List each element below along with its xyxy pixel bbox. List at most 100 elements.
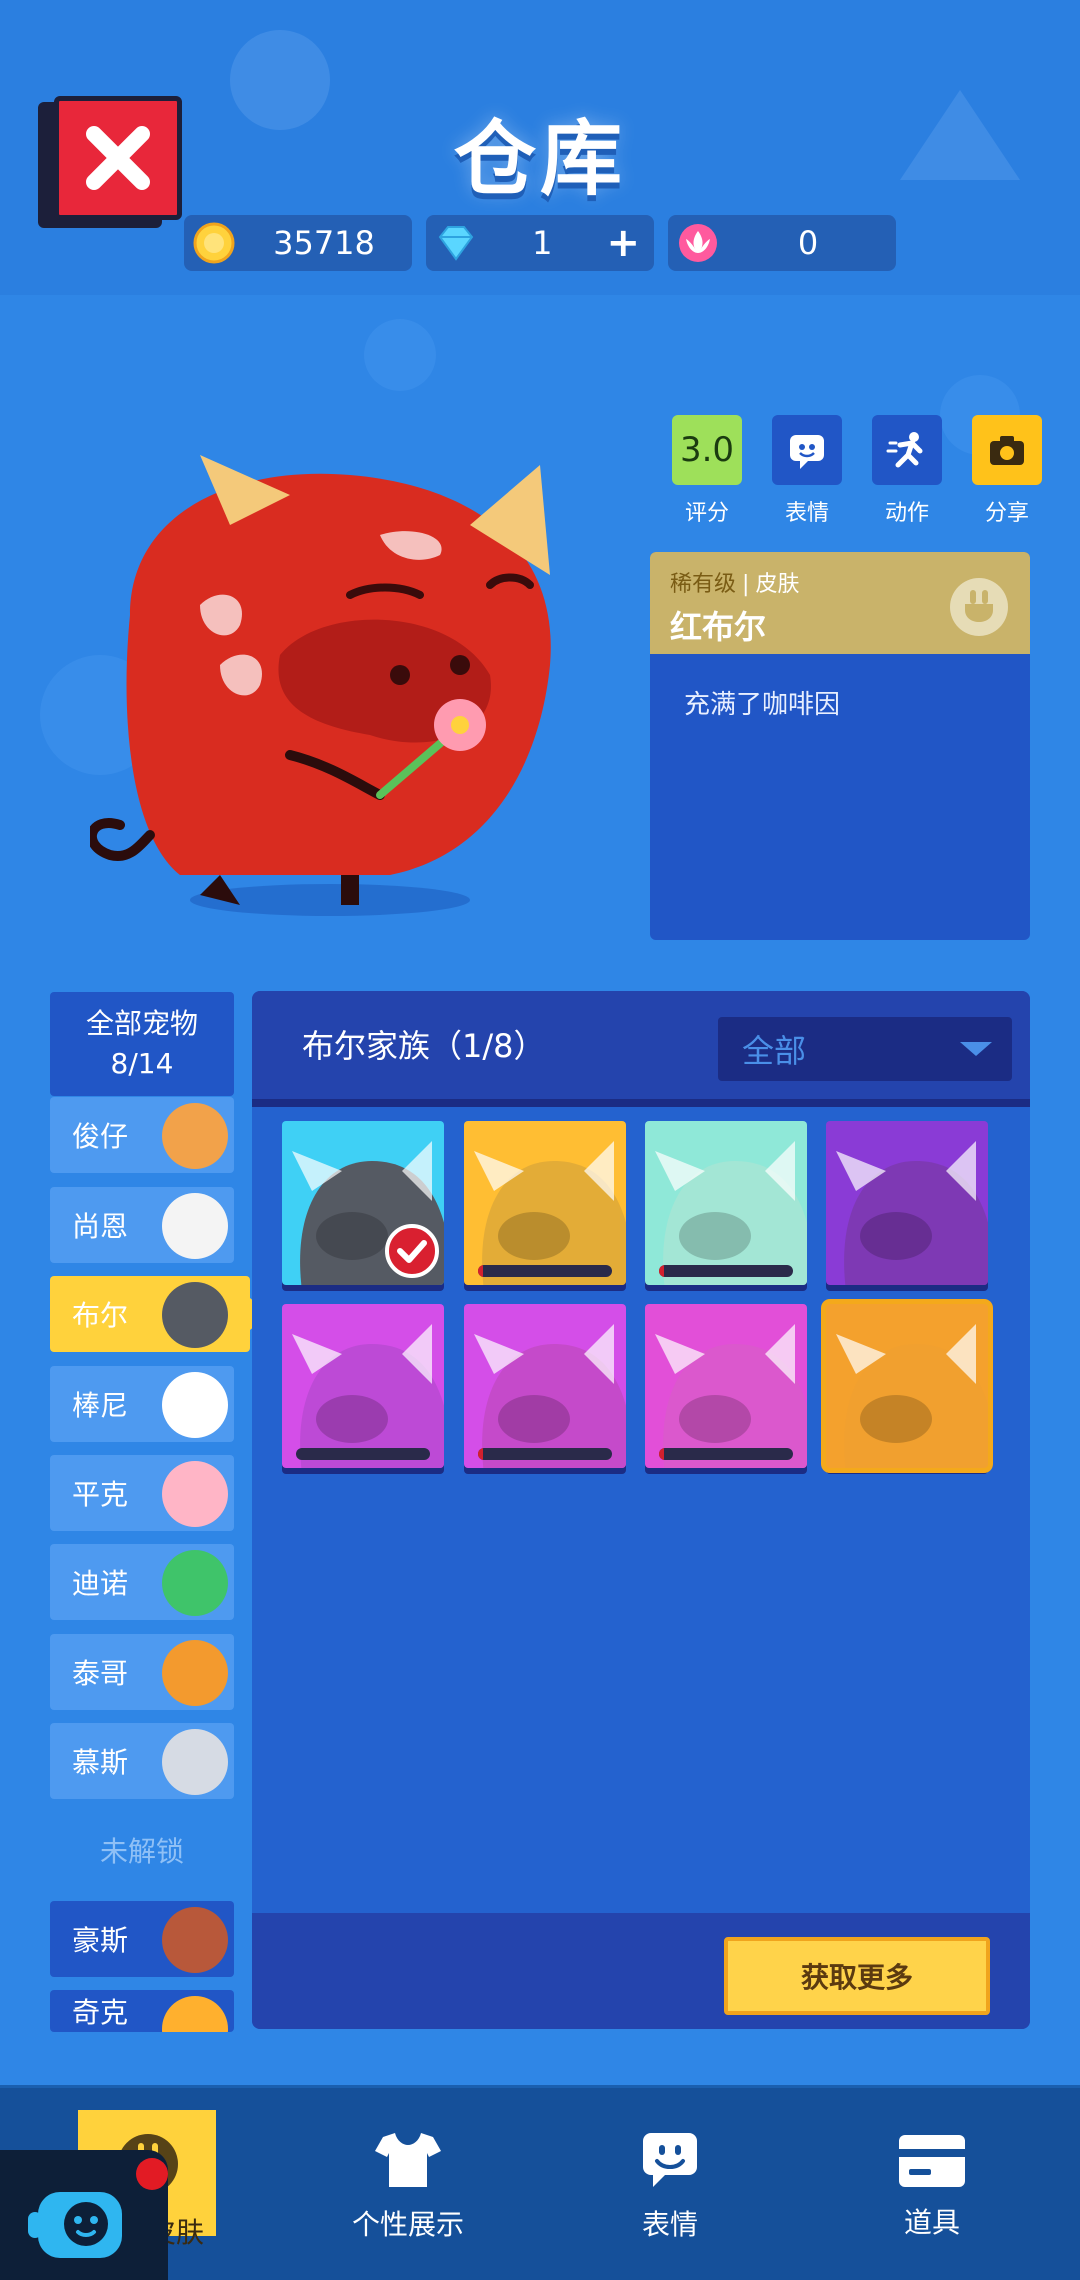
skin-tile-5[interactable]: [464, 1304, 626, 1468]
notification-dot: [136, 2158, 168, 2190]
pet-item-7[interactable]: 慕斯: [50, 1723, 234, 1799]
pet-thumbnail: [162, 1996, 228, 2032]
get-more-button[interactable]: 获取更多: [724, 1937, 990, 2015]
skin-tile-6[interactable]: [645, 1304, 807, 1468]
emote-action[interactable]: 表情: [757, 415, 857, 527]
diamond-icon: [438, 226, 474, 261]
skin-grid-header: 布尔家族（1/8） 全部: [252, 991, 1030, 1099]
pet-item-label: 俊仔: [72, 1120, 129, 1153]
motion-action-button: [872, 415, 942, 485]
all-pets-count: 8/14: [110, 1047, 174, 1080]
bull-skin-image: [474, 1141, 626, 1285]
skin-description: 充满了咖啡因: [684, 690, 841, 720]
coin-value: 35718: [273, 224, 375, 262]
pet-item-label: 布尔: [72, 1299, 129, 1332]
skin-grid-footer: 获取更多: [252, 1913, 1030, 2029]
skin-progress-bar: [478, 1265, 612, 1277]
skin-tile-7[interactable]: [826, 1304, 988, 1468]
lotus-value: 0: [797, 224, 819, 262]
pet-item-2[interactable]: 布尔: [50, 1276, 250, 1352]
filter-dropdown[interactable]: 全部: [718, 1017, 1012, 1081]
rating-value: 3.0: [672, 415, 742, 485]
share-action-button: [972, 415, 1042, 485]
pet-thumbnail: [162, 1550, 228, 1616]
locked-pet-item-1[interactable]: 奇克: [50, 1990, 234, 2032]
add-diamond-button[interactable]: +: [606, 220, 640, 266]
bull-skin-image: [655, 1324, 807, 1468]
pet-thumbnail: [162, 1907, 228, 1973]
bull-skin-image: [655, 1141, 807, 1285]
pet-item-0[interactable]: 俊仔: [50, 1097, 234, 1173]
page-title: 仓库: [453, 112, 626, 207]
skin-tile-1[interactable]: [464, 1121, 626, 1285]
pet-item-3[interactable]: 棒尼: [50, 1366, 234, 1442]
skin-progress-bar: [659, 1265, 793, 1277]
skin-kind-label: 皮肤: [755, 572, 800, 597]
robot-assistant-icon: [28, 2192, 122, 2258]
skin-tile-2[interactable]: [645, 1121, 807, 1285]
close-button[interactable]: [54, 96, 182, 220]
pet-item-label: 棒尼: [72, 1389, 129, 1422]
skin-progress-fill: [659, 1265, 665, 1277]
motion-action[interactable]: 动作: [857, 415, 957, 527]
skin-tile-4[interactable]: [282, 1304, 444, 1468]
coin-counter: 35718: [184, 215, 412, 271]
nav-label-items: 道具: [903, 2206, 960, 2239]
nav-label-profile: 个性展示: [351, 2208, 464, 2241]
pet-item-label: 泰哥: [72, 1657, 129, 1690]
bull-skin-image: [836, 1324, 988, 1468]
motion-label: 动作: [884, 501, 929, 526]
chevron-down-icon: [960, 1042, 992, 1056]
pet-item-label: 尚恩: [72, 1210, 129, 1243]
pet-item-6[interactable]: 泰哥: [50, 1634, 234, 1710]
bull-skin-image: [836, 1141, 988, 1285]
skin-progress-bar: [478, 1448, 612, 1460]
rarity-label: 稀有级: [670, 572, 737, 597]
lotus-icon: [679, 224, 717, 262]
pet-thumbnail: [162, 1640, 228, 1706]
share-label: 分享: [984, 501, 1029, 526]
filter-value: 全部: [742, 1032, 807, 1070]
emote-bubble-icon: [643, 2133, 697, 2187]
rating-action[interactable]: 3.0 评分: [657, 415, 757, 527]
share-action[interactable]: 分享: [957, 415, 1057, 527]
pet-item-5[interactable]: 迪诺: [50, 1544, 234, 1620]
locked-section-label: 未解锁: [99, 1835, 184, 1868]
nav-emotes[interactable]: 表情: [560, 2113, 780, 2263]
grid-divider: [252, 1099, 1030, 1107]
locked-pet-label: 奇克: [72, 1996, 129, 2029]
coin-icon: [193, 222, 235, 264]
rating-label: 评分: [684, 501, 729, 526]
pet-thumbnail: [162, 1372, 228, 1438]
pet-item-4[interactable]: 平克: [50, 1455, 234, 1531]
all-pets-header[interactable]: 全部宠物 8/14: [50, 992, 234, 1096]
bull-skin-image: [474, 1324, 626, 1468]
equipped-check-icon: [385, 1224, 439, 1278]
pet-item-label: 平克: [72, 1478, 129, 1511]
locked-pet-label: 豪斯: [72, 1924, 129, 1957]
skin-info-header: 稀有级 | 皮肤 红布尔: [650, 552, 1030, 654]
all-pets-title: 全部宠物: [85, 1007, 198, 1040]
locked-pet-item-0[interactable]: 豪斯: [50, 1901, 234, 1977]
decor-plug-icon: [900, 90, 1020, 180]
pet-item-label: 迪诺: [72, 1567, 129, 1600]
diamond-counter: 1 +: [426, 215, 654, 271]
skin-tile-0[interactable]: [282, 1121, 444, 1285]
pet-thumbnail: [162, 1282, 228, 1348]
nav-items[interactable]: 道具: [822, 2113, 1042, 2263]
skin-tile-3[interactable]: [826, 1121, 988, 1285]
skin-progress-bar: [659, 1448, 793, 1460]
pet-item-1[interactable]: 尚恩: [50, 1187, 234, 1263]
close-icon: [86, 126, 150, 190]
pet-item-label: 慕斯: [72, 1746, 129, 1779]
skin-grid-panel: 布尔家族（1/8） 全部 获取更多: [252, 991, 1030, 2029]
nav-label-emotes: 表情: [641, 2208, 698, 2241]
pet-thumbnail: [162, 1103, 228, 1169]
skin-info-panel: 稀有级 | 皮肤 红布尔 充满了咖啡因: [650, 552, 1030, 940]
nav-profile-showcase[interactable]: 个性展示: [298, 2113, 518, 2263]
emote-icon: [790, 435, 824, 469]
plug-badge-icon: [950, 578, 1008, 636]
rarity-separator: |: [742, 572, 750, 597]
skin-progress-fill: [659, 1448, 665, 1460]
run-icon: [886, 432, 923, 468]
